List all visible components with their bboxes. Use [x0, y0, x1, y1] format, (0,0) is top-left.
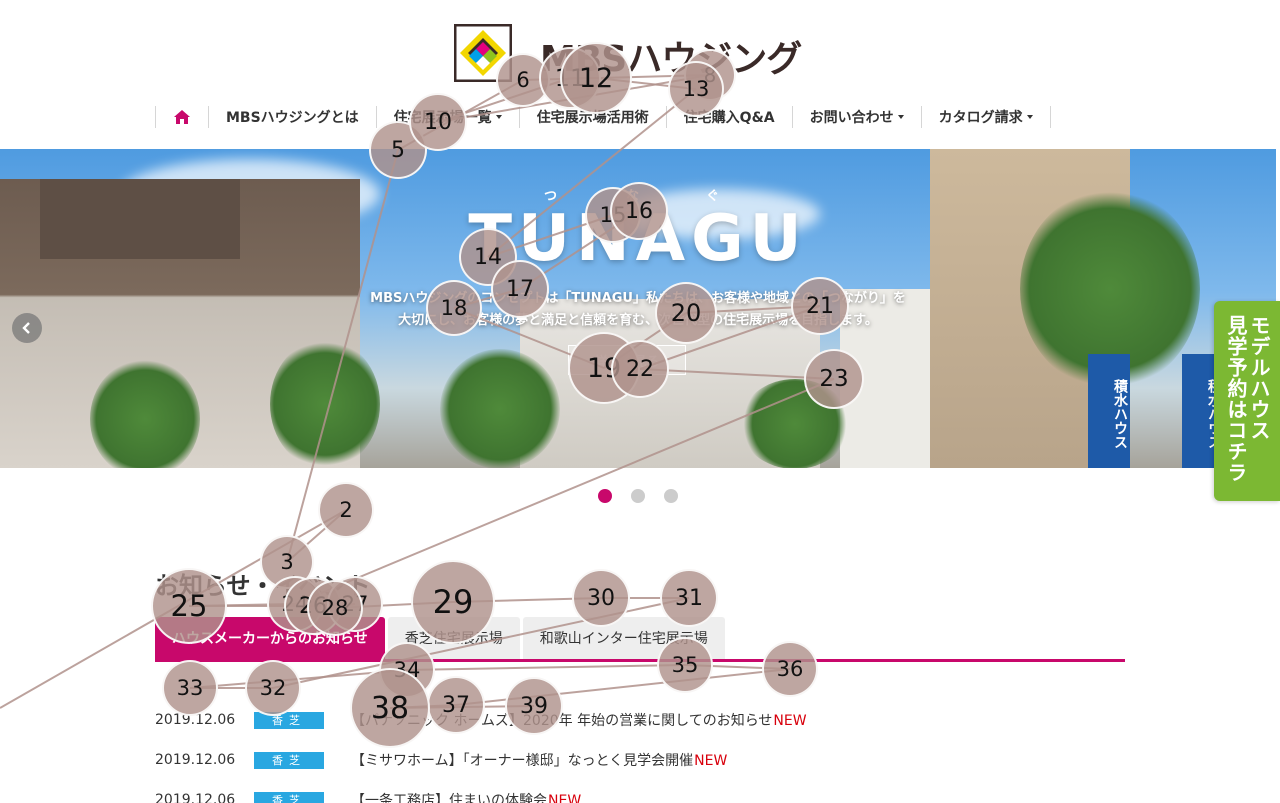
home-icon [174, 110, 190, 124]
slider-dot-2[interactable] [631, 489, 645, 503]
site-logo[interactable]: MBSハウジング [454, 24, 834, 84]
logo-text: MBSハウジング [540, 39, 802, 80]
scanpath-line [189, 669, 408, 689]
tree-image [740, 379, 850, 468]
scanpath-line [684, 664, 791, 670]
slider-dot-3[interactable] [664, 489, 678, 503]
tab-housemaker-news[interactable]: ハウスメーカーからのお知らせ [155, 617, 385, 659]
slider-dot-1[interactable] [598, 489, 612, 503]
logo-mark-icon [454, 24, 512, 82]
news-date: 2019.12.06 [155, 752, 236, 768]
news-link[interactable]: 【パナソニック ホームズ】2020年 年始の営業に関してのお知らせNEW [351, 710, 807, 730]
tab-underline [155, 659, 1125, 662]
nav-contact[interactable]: お問い合わせ [793, 106, 922, 128]
scanpath-line [334, 603, 356, 609]
gaze-fixation-marker: 2 [318, 482, 374, 538]
slider-prev-button[interactable] [12, 313, 42, 343]
location-badge: 香芝 [254, 751, 324, 769]
nav-tips[interactable]: 住宅展示場活用術 [520, 106, 667, 128]
tab-wakayama[interactable]: 和歌山インター住宅展示場 [522, 617, 725, 659]
nav-qa[interactable]: 住宅購入Q&A [667, 106, 793, 128]
news-tabs: ハウスメーカーからのお知らせ 香芝住宅展示場 和歌山インター住宅展示場 [155, 617, 725, 659]
tab-kashiba[interactable]: 香芝住宅展示場 [387, 617, 520, 659]
caret-down-icon [1026, 115, 1033, 119]
hero-title: TUNAGU [468, 202, 808, 276]
news-link[interactable]: 【一条工務店】住まいの体験会NEW [351, 790, 581, 803]
location-badge: 香芝 [254, 791, 324, 803]
hero-subtitle: 大切にし、お客様の夢と満足と信頼を育む、次世代型の住宅展示場を目指します。 [398, 313, 878, 328]
news-date: 2019.12.06 [155, 792, 236, 803]
new-badge: NEW [548, 793, 582, 803]
gaze-fixation-marker: 36 [762, 641, 818, 697]
model-house-reservation-tab[interactable]: モデルハウス 見学予約はコチラ [1214, 301, 1280, 501]
news-item: 2019.12.06 香芝 【一条工務店】住まいの体験会NEW [155, 780, 1125, 803]
chevron-left-icon [22, 322, 30, 334]
caret-down-icon [495, 115, 502, 119]
scanpath-line [188, 603, 296, 607]
scanpath-line [312, 603, 356, 607]
caret-down-icon [897, 115, 904, 119]
side-tab-line2: 見学予約はコチラ [1224, 315, 1248, 483]
tree-image [270, 339, 380, 468]
new-badge: NEW [773, 713, 807, 729]
scanpath-line [406, 664, 686, 671]
tree-image [440, 349, 560, 468]
news-list: 2019.12.06 香芝 【パナソニック ホームズ】2020年 年始の営業に関… [155, 700, 1125, 803]
new-badge: NEW [694, 753, 728, 769]
slider-dots [598, 489, 678, 503]
scanpath-line [0, 509, 347, 709]
news-date: 2019.12.06 [155, 712, 236, 728]
sekisui-banner: 積水ハウス [1088, 354, 1130, 468]
nav-about[interactable]: MBSハウジングとは [209, 106, 377, 128]
hero-subtitle: MBSハウジングのコンセプトは「TUNAGU」私たちは、お客様や地域との「つなが… [370, 291, 906, 306]
news-item: 2019.12.06 香芝 【ミサワホーム】「オーナー様邸」なっとく見学会開催N… [155, 740, 1125, 780]
news-item: 2019.12.06 香芝 【パナソニック ホームズ】2020年 年始の営業に関… [155, 700, 1125, 740]
nav-catalog[interactable]: カタログ請求 [922, 106, 1051, 128]
main-nav: MBSハウジングとは 住宅展示場一覧 住宅展示場活用術 住宅購入Q&A お問い合… [155, 106, 1051, 128]
news-section-title: お知らせ・イベント [155, 572, 371, 600]
hero-detail-button[interactable]: 詳しく見る [568, 345, 686, 375]
nav-home[interactable] [156, 106, 209, 128]
location-badge: 香芝 [254, 711, 324, 729]
tree-image [90, 359, 200, 468]
nav-showrooms[interactable]: 住宅展示場一覧 [377, 106, 520, 128]
news-link[interactable]: 【ミサワホーム】「オーナー様邸」なっとく見学会開催NEW [351, 750, 727, 770]
scanpath-line [452, 597, 602, 603]
side-tab-line1: モデルハウス [1247, 315, 1271, 441]
scanpath-line [286, 509, 347, 563]
scanpath-line [334, 601, 454, 609]
